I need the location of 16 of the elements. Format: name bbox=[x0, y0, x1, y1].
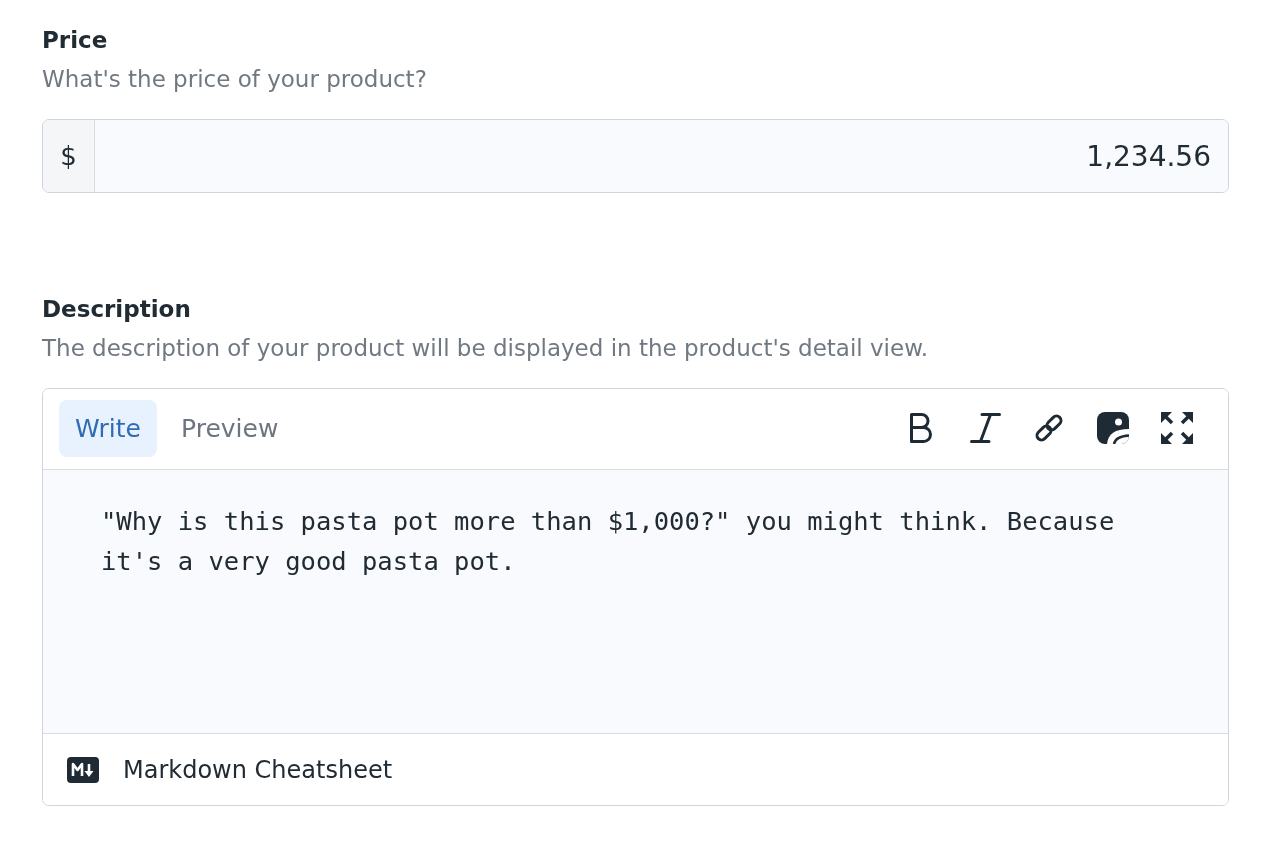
fullscreen-icon bbox=[1161, 412, 1193, 444]
field-hint: The description of your product will be displayed in the product's detail view. bbox=[42, 335, 930, 362]
currency-prefix: $ bbox=[43, 120, 95, 192]
field-hint: What's the price of your product? bbox=[42, 66, 428, 93]
markdown-icon bbox=[67, 756, 99, 783]
price-input[interactable]: 1,234.56 bbox=[95, 120, 1228, 192]
field-label: Description bbox=[42, 295, 192, 324]
cheatsheet-link[interactable]: Markdown Cheatsheet bbox=[123, 755, 393, 784]
description-textarea[interactable]: "Why is this pasta pot more than $1,000?" you might think. Because it's a very good pasta pot. bbox=[43, 470, 1228, 733]
image-icon bbox=[1097, 412, 1129, 444]
link-icon bbox=[1033, 412, 1065, 444]
bold-icon bbox=[909, 413, 933, 443]
editor-tab[interactable]: Write bbox=[59, 399, 157, 457]
editor-tab[interactable]: Preview bbox=[165, 399, 295, 457]
field-label: Price bbox=[42, 26, 109, 55]
italic-icon bbox=[969, 413, 1001, 443]
